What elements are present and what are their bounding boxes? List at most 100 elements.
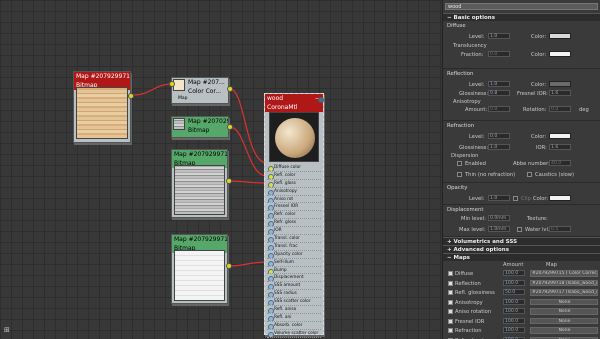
fraction-spinner[interactable]: 0.0 xyxy=(488,51,510,57)
material-socket[interactable]: Fresnel IOR xyxy=(267,203,321,212)
bitmap-node-gloss[interactable]: Map #2079299717 Bitmap xyxy=(171,149,228,218)
refraction-glossiness-spinner[interactable]: 1.0 xyxy=(488,144,510,150)
output-socket[interactable] xyxy=(226,263,232,269)
output-socket[interactable] xyxy=(226,178,232,184)
map-slot-button[interactable]: #2079299717 (Isabo_wood_refl xyxy=(530,289,598,296)
map-enable-checkbox[interactable] xyxy=(448,280,453,286)
material-socket[interactable]: Absorb. color xyxy=(267,322,321,330)
thin-checkbox[interactable] xyxy=(457,172,462,177)
map-amount-spinner[interactable]: 100.0 xyxy=(503,317,525,324)
group-title: Reflection xyxy=(447,71,474,77)
material-socket[interactable]: Aniso rot xyxy=(267,196,321,204)
map-amount-spinner[interactable]: 100.0 xyxy=(503,308,525,314)
material-socket[interactable]: Anisotropy xyxy=(267,188,321,196)
map-enable-checkbox[interactable] xyxy=(448,328,453,333)
material-socket[interactable]: Transl. color xyxy=(267,235,321,243)
output-socket[interactable] xyxy=(128,93,134,99)
map-enable-checkbox[interactable] xyxy=(448,271,453,276)
ior-label: IOR: xyxy=(536,145,547,151)
section-title: Advanced options xyxy=(453,247,509,253)
material-socket[interactable]: Refl. gloss xyxy=(267,180,321,188)
output-socket[interactable] xyxy=(318,97,324,103)
material-socket[interactable]: Displacement xyxy=(267,274,321,283)
material-socket[interactable]: Refl. color xyxy=(267,172,321,180)
map-enable-checkbox[interactable] xyxy=(448,318,453,324)
color-correction-node[interactable]: Map #207... Color Cor... Map xyxy=(171,77,229,104)
section-volumetrics[interactable]: + Volumetrics and SSS xyxy=(443,237,600,245)
anisotropy-rotation-spinner[interactable]: 0.0 xyxy=(549,106,571,112)
material-socket[interactable]: Transl. frac xyxy=(267,243,321,251)
map-slot-button[interactable]: #2079299715 ( Color Correctio xyxy=(530,270,598,277)
material-socket[interactable]: Refr. gloss xyxy=(267,219,321,228)
translucency-label: Translucency xyxy=(453,43,487,49)
map-amount-spinner[interactable]: 100.0 xyxy=(503,298,525,305)
material-socket[interactable]: Refr. color xyxy=(267,211,321,220)
dispersion-enabled-checkbox[interactable] xyxy=(457,161,462,166)
bitmap-node-wood-diffuse[interactable]: Map #2079299715 (wood_diff.jpg) Bitmap xyxy=(73,71,131,143)
abbe-spinner[interactable]: 40.0 xyxy=(549,160,571,166)
material-socket[interactable]: Self-illum xyxy=(267,259,321,267)
water-level-spinner[interactable]: 0.5 xyxy=(549,226,571,232)
map-slot-button[interactable]: None xyxy=(530,317,598,324)
corona-material-node[interactable]: wood — CoronaMtl Diffuse colorRefl. colo… xyxy=(264,93,324,339)
material-socket[interactable]: Refl. ani xyxy=(267,314,321,322)
output-socket[interactable] xyxy=(227,124,233,130)
diffuse-color-swatch[interactable] xyxy=(549,33,571,39)
material-name-field[interactable]: wood xyxy=(445,3,598,10)
material-socket[interactable]: IOR xyxy=(267,227,321,236)
diffuse-level-spinner[interactable]: 1.0 xyxy=(488,33,510,39)
opacity-level-spinner[interactable]: 1.0 xyxy=(488,195,510,201)
reflection-level-spinner[interactable]: 1.0 xyxy=(488,81,510,87)
bitmap-node-refl[interactable]: Map #207029... Bitmap xyxy=(171,116,229,138)
section-maps[interactable]: − Maps xyxy=(443,253,600,261)
map-slot-button[interactable]: None xyxy=(530,298,598,305)
input-socket[interactable] xyxy=(169,81,175,87)
material-socket[interactable]: Bump xyxy=(267,267,321,275)
output-label: Map xyxy=(172,94,228,103)
anisotropy-amount-spinner[interactable]: 0.0 xyxy=(488,106,510,112)
section-basic-options[interactable]: − Basic options xyxy=(443,13,600,21)
socket-list: Diffuse color Refl. color Refl. gloss Aniso… xyxy=(267,164,321,339)
output-socket[interactable] xyxy=(227,86,233,92)
map-amount-spinner[interactable]: 50.0 xyxy=(503,289,525,295)
material-socket[interactable]: SSS scatter color xyxy=(267,298,321,307)
max-level-spinner[interactable]: 1.0mm xyxy=(488,226,510,232)
water-level-checkbox[interactable] xyxy=(517,227,522,232)
glossiness-spinner[interactable]: 0.8 xyxy=(488,90,510,96)
refraction-level-spinner[interactable]: 0.0 xyxy=(488,133,510,139)
min-level-spinner[interactable]: 0.0mm xyxy=(488,215,510,221)
map-amount-spinner[interactable]: 100.0 xyxy=(503,279,525,286)
map-slot-button[interactable]: None xyxy=(530,308,598,315)
map-enable-checkbox[interactable] xyxy=(448,309,453,314)
clip-checkbox[interactable] xyxy=(513,196,518,201)
node-preview-thumbnail xyxy=(76,87,128,139)
navigation-icon[interactable]: ⊞ xyxy=(4,326,11,334)
material-socket[interactable]: Opacity color xyxy=(267,251,321,259)
reflection-color-swatch[interactable] xyxy=(549,81,571,87)
map-amount-spinner[interactable]: 100.0 xyxy=(503,327,525,333)
node-editor-canvas[interactable]: Map #2079299715 (wood_diff.jpg) Bitmap M… xyxy=(0,0,442,339)
material-socket[interactable]: Volume scatter color xyxy=(267,330,321,338)
map-amount-spinner[interactable]: 100.0 xyxy=(503,270,525,276)
map-enable-checkbox[interactable] xyxy=(448,299,453,305)
map-name: Fresnel IOR xyxy=(455,318,485,325)
refraction-color-swatch[interactable] xyxy=(549,133,571,139)
section-title: Volumetrics and SSS xyxy=(453,239,518,245)
opacity-color-swatch[interactable] xyxy=(549,195,571,201)
material-socket[interactable]: Diffuse color xyxy=(267,164,321,172)
material-socket[interactable]: SSS radius xyxy=(267,290,321,299)
translucency-color-swatch[interactable] xyxy=(549,51,571,57)
map-slot-button[interactable]: #2079299718 (Isabo_wood_refl xyxy=(530,279,598,286)
ior-spinner[interactable]: 1.6 xyxy=(549,144,571,150)
dispersion-label: Dispersion xyxy=(451,153,479,159)
bitmap-node-bump[interactable]: Map #2079299716 Bitmap xyxy=(171,234,228,304)
node-title: Map #2079299716 xyxy=(172,235,227,244)
map-enable-checkbox[interactable] xyxy=(448,290,453,295)
material-socket[interactable]: Refl. aniso xyxy=(267,306,321,314)
fresnel-ior-spinner[interactable]: 1.6 xyxy=(549,90,571,96)
maps-table: Amount Map Diffuse 100.0 #2079299715 ( Col… xyxy=(443,261,600,339)
section-advanced[interactable]: + Advanced options xyxy=(443,245,600,253)
caustics-checkbox[interactable] xyxy=(527,172,532,177)
map-slot-button[interactable]: None xyxy=(530,327,598,334)
material-socket[interactable]: SSS amount xyxy=(267,282,321,291)
